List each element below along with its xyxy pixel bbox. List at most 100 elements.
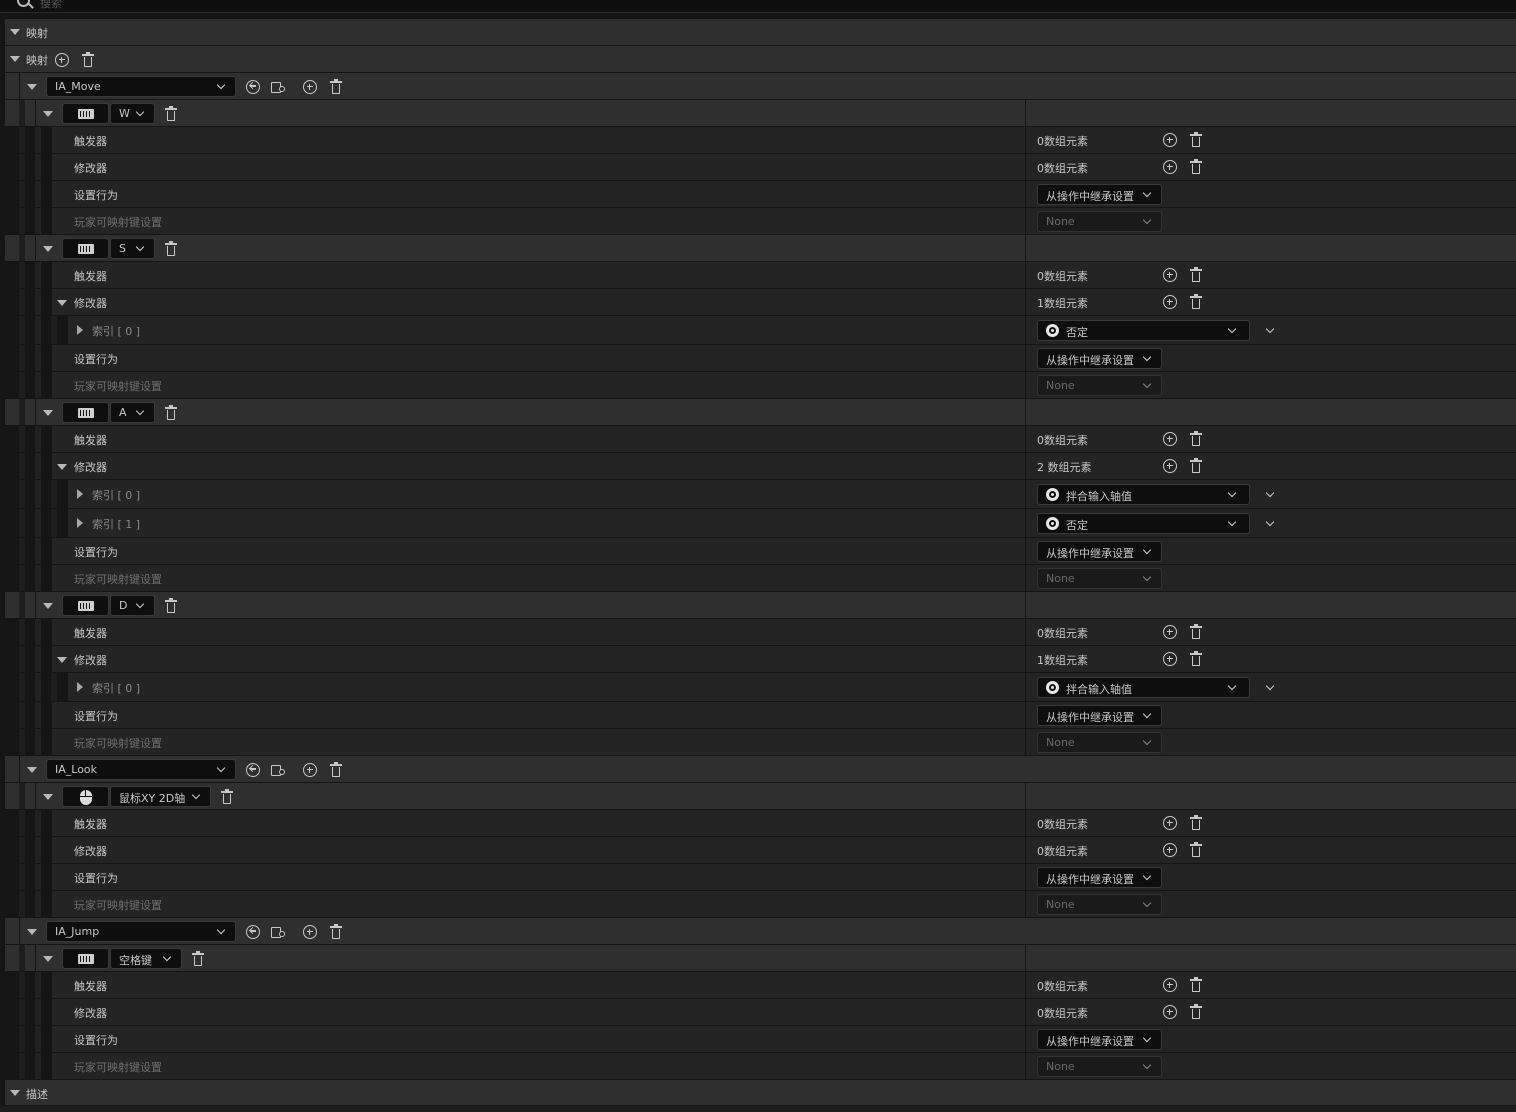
delete-icon[interactable] <box>1190 815 1202 830</box>
collapse-arrow-icon[interactable] <box>77 489 83 499</box>
expand-arrow-icon[interactable] <box>27 767 37 773</box>
delete-key-icon[interactable] <box>165 405 177 420</box>
settings-behavior-combo[interactable]: 从操作中继承设置 <box>1037 184 1162 205</box>
player-mappable-combo[interactable]: None <box>1037 732 1162 753</box>
settings-behavior-combo[interactable]: 从操作中继承设置 <box>1037 348 1162 369</box>
delete-key-icon[interactable] <box>221 789 233 804</box>
browse-asset-icon[interactable] <box>271 80 287 93</box>
add-key-mapping-icon[interactable] <box>303 80 317 94</box>
expand-modifiers-icon[interactable] <box>57 657 67 663</box>
expand-description-icon[interactable] <box>10 1090 20 1096</box>
modifier-class-combo[interactable]: 拌合输入轴值 <box>1037 677 1250 698</box>
add-element-icon[interactable] <box>1163 268 1177 282</box>
delete-icon[interactable] <box>1190 651 1202 666</box>
modifier-class-combo[interactable]: 拌合输入轴值 <box>1037 484 1250 505</box>
delete-icon[interactable] <box>1190 431 1202 446</box>
name-column <box>51 810 1025 836</box>
add-element-icon[interactable] <box>1163 816 1177 830</box>
delete-key-icon[interactable] <box>165 241 177 256</box>
add-element-icon[interactable] <box>1163 432 1177 446</box>
indent-guide <box>35 372 41 398</box>
expand-arrow-icon[interactable] <box>27 929 37 935</box>
modifier-class-combo[interactable]: 否定 <box>1037 513 1250 534</box>
add-mapping-icon[interactable] <box>55 53 69 67</box>
key-select[interactable]: A <box>110 402 155 423</box>
add-element-icon[interactable] <box>1163 133 1177 147</box>
expand-arrow-icon[interactable] <box>43 410 53 416</box>
delete-icon[interactable] <box>1190 624 1202 639</box>
delete-icon[interactable] <box>1190 458 1202 473</box>
expand-arrow-icon[interactable] <box>43 956 53 962</box>
add-element-icon[interactable] <box>1163 459 1177 473</box>
add-element-icon[interactable] <box>1163 295 1177 309</box>
key-capture-button[interactable] <box>62 595 109 616</box>
key-capture-button[interactable] <box>62 786 109 807</box>
delete-icon[interactable] <box>1190 977 1202 992</box>
expand-arrow-icon[interactable] <box>43 794 53 800</box>
collapse-arrow-icon[interactable] <box>77 682 83 692</box>
settings-behavior-combo[interactable]: 从操作中继承设置 <box>1037 705 1162 726</box>
key-capture-button[interactable] <box>62 103 109 124</box>
settings-behavior-combo[interactable]: 从操作中继承设置 <box>1037 867 1162 888</box>
key-capture-button[interactable] <box>62 238 109 259</box>
settings-behavior-combo[interactable]: 从操作中继承设置 <box>1037 1029 1162 1050</box>
expand-arrow-icon[interactable] <box>27 84 37 90</box>
expand-arrow-icon[interactable] <box>43 246 53 252</box>
player-mappable-combo[interactable]: None <box>1037 375 1162 396</box>
expand-mappings-icon[interactable] <box>10 29 20 35</box>
delete-icon[interactable] <box>1190 842 1202 857</box>
delete-icon[interactable] <box>1190 294 1202 309</box>
browse-asset-icon[interactable] <box>271 925 287 938</box>
delete-icon[interactable] <box>1190 267 1202 282</box>
delete-action-icon[interactable] <box>330 762 342 777</box>
delete-key-icon[interactable] <box>192 951 204 966</box>
expand-arrow-icon[interactable] <box>10 56 20 62</box>
use-selected-icon[interactable] <box>246 80 260 94</box>
expand-arrow-icon[interactable] <box>43 603 53 609</box>
delete-icon[interactable] <box>1190 1004 1202 1019</box>
player-mappable-combo[interactable]: None <box>1037 568 1162 589</box>
search-bar[interactable]: 搜索 <box>0 0 1516 13</box>
key-capture-button[interactable] <box>62 948 109 969</box>
add-element-icon[interactable] <box>1163 843 1177 857</box>
delete-all-icon[interactable] <box>82 52 94 67</box>
collapse-arrow-icon[interactable] <box>77 325 83 335</box>
input-action-combo[interactable]: IA_Jump <box>46 921 236 942</box>
player-mappable-combo[interactable]: None <box>1037 1056 1162 1077</box>
collapse-arrow-icon[interactable] <box>77 518 83 528</box>
key-select-label: D <box>119 599 128 612</box>
expand-modifiers-icon[interactable] <box>57 464 67 470</box>
add-element-icon[interactable] <box>1163 625 1177 639</box>
expand-modifiers-icon[interactable] <box>57 300 67 306</box>
key-capture-button[interactable] <box>62 402 109 423</box>
add-element-icon[interactable] <box>1163 1005 1177 1019</box>
add-element-icon[interactable] <box>1163 160 1177 174</box>
input-action-combo[interactable]: IA_Move <box>46 76 236 97</box>
settings-behavior-label: 设置行为 <box>74 872 118 885</box>
key-select[interactable]: 鼠标XY 2D轴 <box>110 786 211 807</box>
delete-icon[interactable] <box>1190 132 1202 147</box>
use-selected-icon[interactable] <box>246 763 260 777</box>
expand-arrow-icon[interactable] <box>43 111 53 117</box>
modifier-class-combo[interactable]: 否定 <box>1037 320 1250 341</box>
delete-key-icon[interactable] <box>165 106 177 121</box>
key-select[interactable]: D <box>110 595 155 616</box>
delete-key-icon[interactable] <box>165 598 177 613</box>
delete-action-icon[interactable] <box>330 79 342 94</box>
add-element-icon[interactable] <box>1163 652 1177 666</box>
use-selected-icon[interactable] <box>246 925 260 939</box>
key-select[interactable]: W <box>110 103 155 124</box>
key-select[interactable]: 空格键 <box>110 948 182 969</box>
browse-asset-icon[interactable] <box>271 763 287 776</box>
add-key-mapping-icon[interactable] <box>303 763 317 777</box>
delete-icon[interactable] <box>1190 159 1202 174</box>
add-element-icon[interactable] <box>1163 978 1177 992</box>
player-mappable-combo[interactable]: None <box>1037 894 1162 915</box>
add-key-mapping-icon[interactable] <box>303 925 317 939</box>
input-action-combo[interactable]: IA_Look <box>46 759 236 780</box>
key-select[interactable]: S <box>110 238 155 259</box>
settings-behavior-combo[interactable]: 从操作中继承设置 <box>1037 541 1162 562</box>
player-mappable-combo[interactable]: None <box>1037 211 1162 232</box>
delete-action-icon[interactable] <box>330 924 342 939</box>
chevron-down-icon <box>162 952 172 962</box>
